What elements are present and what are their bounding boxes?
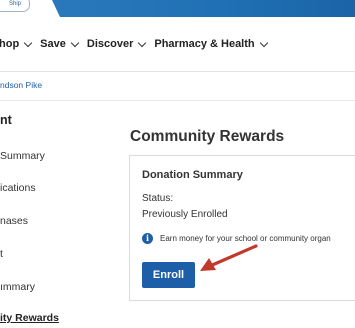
sidebar-item-purchases[interactable]: nases [0,215,28,227]
sidebar-heading: nt [0,113,12,127]
store-link[interactable]: ndson Pike [0,80,42,90]
sidebar-item-community-rewards[interactable]: ity Rewards [0,312,59,324]
nav-save[interactable]: Save [40,38,80,50]
nav-save-label: Save [40,38,66,50]
nav-shop[interactable]: hop [0,38,33,50]
sidebar-item-notifications[interactable]: ications [0,182,36,194]
nav-discover-label: Discover [86,38,134,50]
chevron-down-icon [138,38,147,47]
chevron-down-icon [259,38,268,47]
info-icon: i [142,233,153,244]
status-label: Status: [142,193,174,204]
chevron-down-icon [23,38,33,47]
sidebar-item-summary[interactable]: Summary [0,150,45,162]
status-value: Previously Enrolled [142,209,228,220]
top-banner: Ship [0,0,355,17]
main-nav: hop Save Discover Pharmacy & Health [0,34,276,54]
page-title: Community Rewards [130,128,285,145]
nav-discover[interactable]: Discover [86,38,147,50]
card-title: Donation Summary [142,169,243,181]
sidebar-item-rewards-summary[interactable]: ımmary [0,281,35,293]
nav-pharmacy-health-label: Pharmacy & Health [154,38,255,50]
chevron-down-icon [70,38,80,47]
annotation-arrow-icon [200,244,258,271]
enroll-button[interactable]: Enroll [142,262,195,288]
donation-summary-card: Donation Summary Status: Previously Enro… [129,155,355,301]
ship-pill[interactable]: Ship [0,0,31,12]
nav-pharmacy-health[interactable]: Pharmacy & Health [154,38,268,50]
nav-shop-label: hop [0,38,20,50]
nav-divider [0,71,355,72]
banner-stripe [52,0,355,17]
store-divider [0,100,355,101]
sidebar-item-list[interactable]: t [0,248,3,260]
